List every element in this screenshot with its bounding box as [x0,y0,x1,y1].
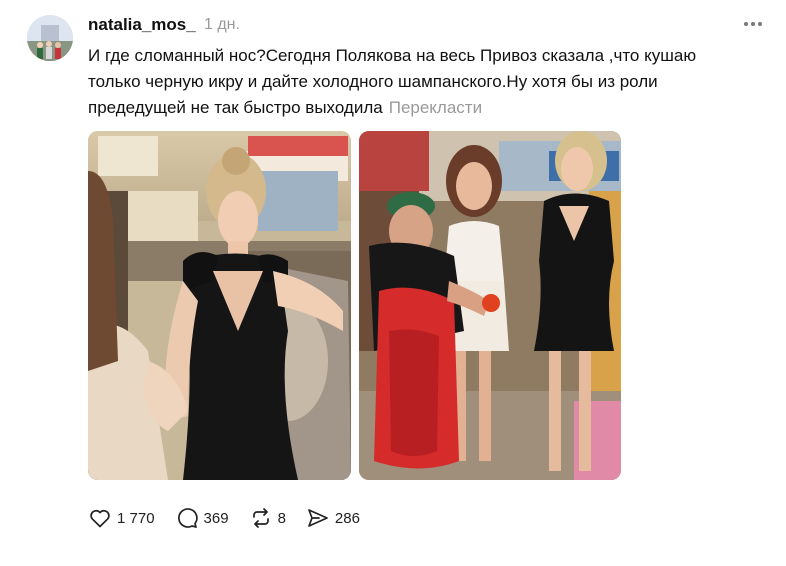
post-text-line: И где сломанный нос?Сегодня Полякова на … [88,46,697,65]
post-photo-1[interactable] [88,131,351,480]
thread-post: natalia_mos_ 1 дн. И где сломанный нос?С… [0,0,786,566]
post-timestamp: 1 дн. [204,16,240,33]
share-button[interactable]: 286 [306,506,360,530]
like-count: 1 770 [117,509,155,527]
more-options-button[interactable] [740,15,766,33]
share-count: 286 [334,509,360,527]
post-actions: 1 770 369 8 286 [88,505,380,531]
repost-count: 8 [277,509,286,527]
heart-icon [90,509,110,528]
send-icon [308,509,328,527]
repost-button[interactable]: 8 [249,506,286,530]
more-horizontal-icon [751,22,755,26]
comment-bubble-icon [177,508,198,528]
more-horizontal-icon [758,22,762,26]
post-text: И где сломанный нос?Сегодня Полякова на … [88,43,768,121]
reply-button[interactable]: 369 [175,506,229,530]
post-text-line: предедущей не так быстро выходила [88,98,383,117]
reply-count: 369 [203,509,229,527]
username[interactable]: natalia_mos_ [88,15,196,35]
more-horizontal-icon [744,22,748,26]
repost-arrows-icon [252,508,269,528]
post-photo-2[interactable] [359,131,621,480]
avatar[interactable] [27,15,73,61]
post-text-line: только черную икру и дайте холодного шам… [88,72,658,91]
translate-link[interactable]: Перекласти [389,98,482,117]
like-button[interactable]: 1 770 [88,506,155,530]
